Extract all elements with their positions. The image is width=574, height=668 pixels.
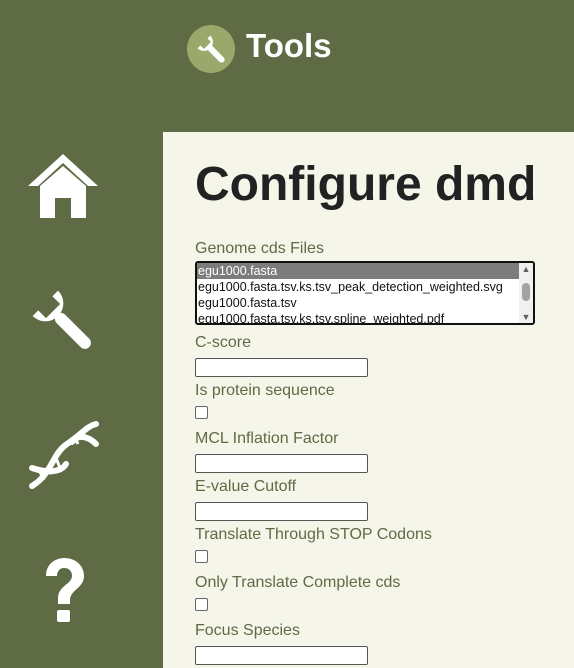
sidebar-item-tools[interactable]	[22, 280, 104, 362]
app-title: Tools	[246, 27, 332, 64]
sidebar-item-help[interactable]	[22, 548, 104, 630]
c-score-label: C-score	[195, 334, 252, 351]
mcl-inflation-input[interactable]	[195, 454, 368, 473]
focus-species-input[interactable]	[195, 646, 368, 665]
only-complete-label: Only Translate Complete cds	[195, 574, 401, 591]
focus-species-label: Focus Species	[195, 622, 300, 639]
evalue-cutoff-label: E-value Cutoff	[195, 478, 297, 495]
listbox-scrollbar[interactable]: ▲ ▼	[519, 263, 533, 323]
sidebar-item-home[interactable]	[22, 146, 104, 228]
translate-stop-checkbox[interactable]	[195, 550, 208, 563]
mcl-inflation-label: MCL Inflation Factor	[195, 430, 339, 447]
list-item[interactable]: egu1000.fasta.tsv.ks.tsv.spline_weighted…	[197, 311, 522, 323]
wrench-icon	[32, 290, 91, 349]
home-icon	[28, 154, 98, 218]
list-item[interactable]: egu1000.fasta	[197, 263, 522, 279]
scroll-thumb[interactable]	[522, 283, 530, 301]
c-score-input[interactable]	[195, 358, 368, 377]
sidebar	[0, 132, 163, 668]
only-complete-checkbox[interactable]	[195, 598, 208, 611]
question-icon	[46, 558, 84, 622]
list-item[interactable]: egu1000.fasta.tsv.ks.tsv_peak_detection_…	[197, 279, 522, 295]
sidebar-item-genomics[interactable]	[22, 414, 104, 496]
dna-icon	[29, 421, 99, 489]
scroll-up-icon[interactable]: ▲	[519, 263, 533, 275]
page-title: Configure dmd	[195, 158, 537, 211]
is-protein-checkbox[interactable]	[195, 406, 208, 419]
list-item[interactable]: egu1000.fasta.tsv	[197, 295, 522, 311]
main-panel: Configure dmd Genome cds Files egu1000.f…	[163, 132, 574, 668]
evalue-cutoff-input[interactable]	[195, 502, 368, 521]
header: Tools	[0, 0, 574, 132]
genome-files-label: Genome cds Files	[195, 240, 324, 257]
wrench-icon	[197, 35, 225, 63]
tools-logo	[187, 25, 235, 73]
is-protein-label: Is protein sequence	[195, 382, 335, 399]
translate-stop-label: Translate Through STOP Codons	[195, 526, 432, 543]
scroll-down-icon[interactable]: ▼	[519, 311, 533, 323]
genome-files-listbox[interactable]: egu1000.fasta egu1000.fasta.tsv.ks.tsv_p…	[195, 261, 535, 325]
